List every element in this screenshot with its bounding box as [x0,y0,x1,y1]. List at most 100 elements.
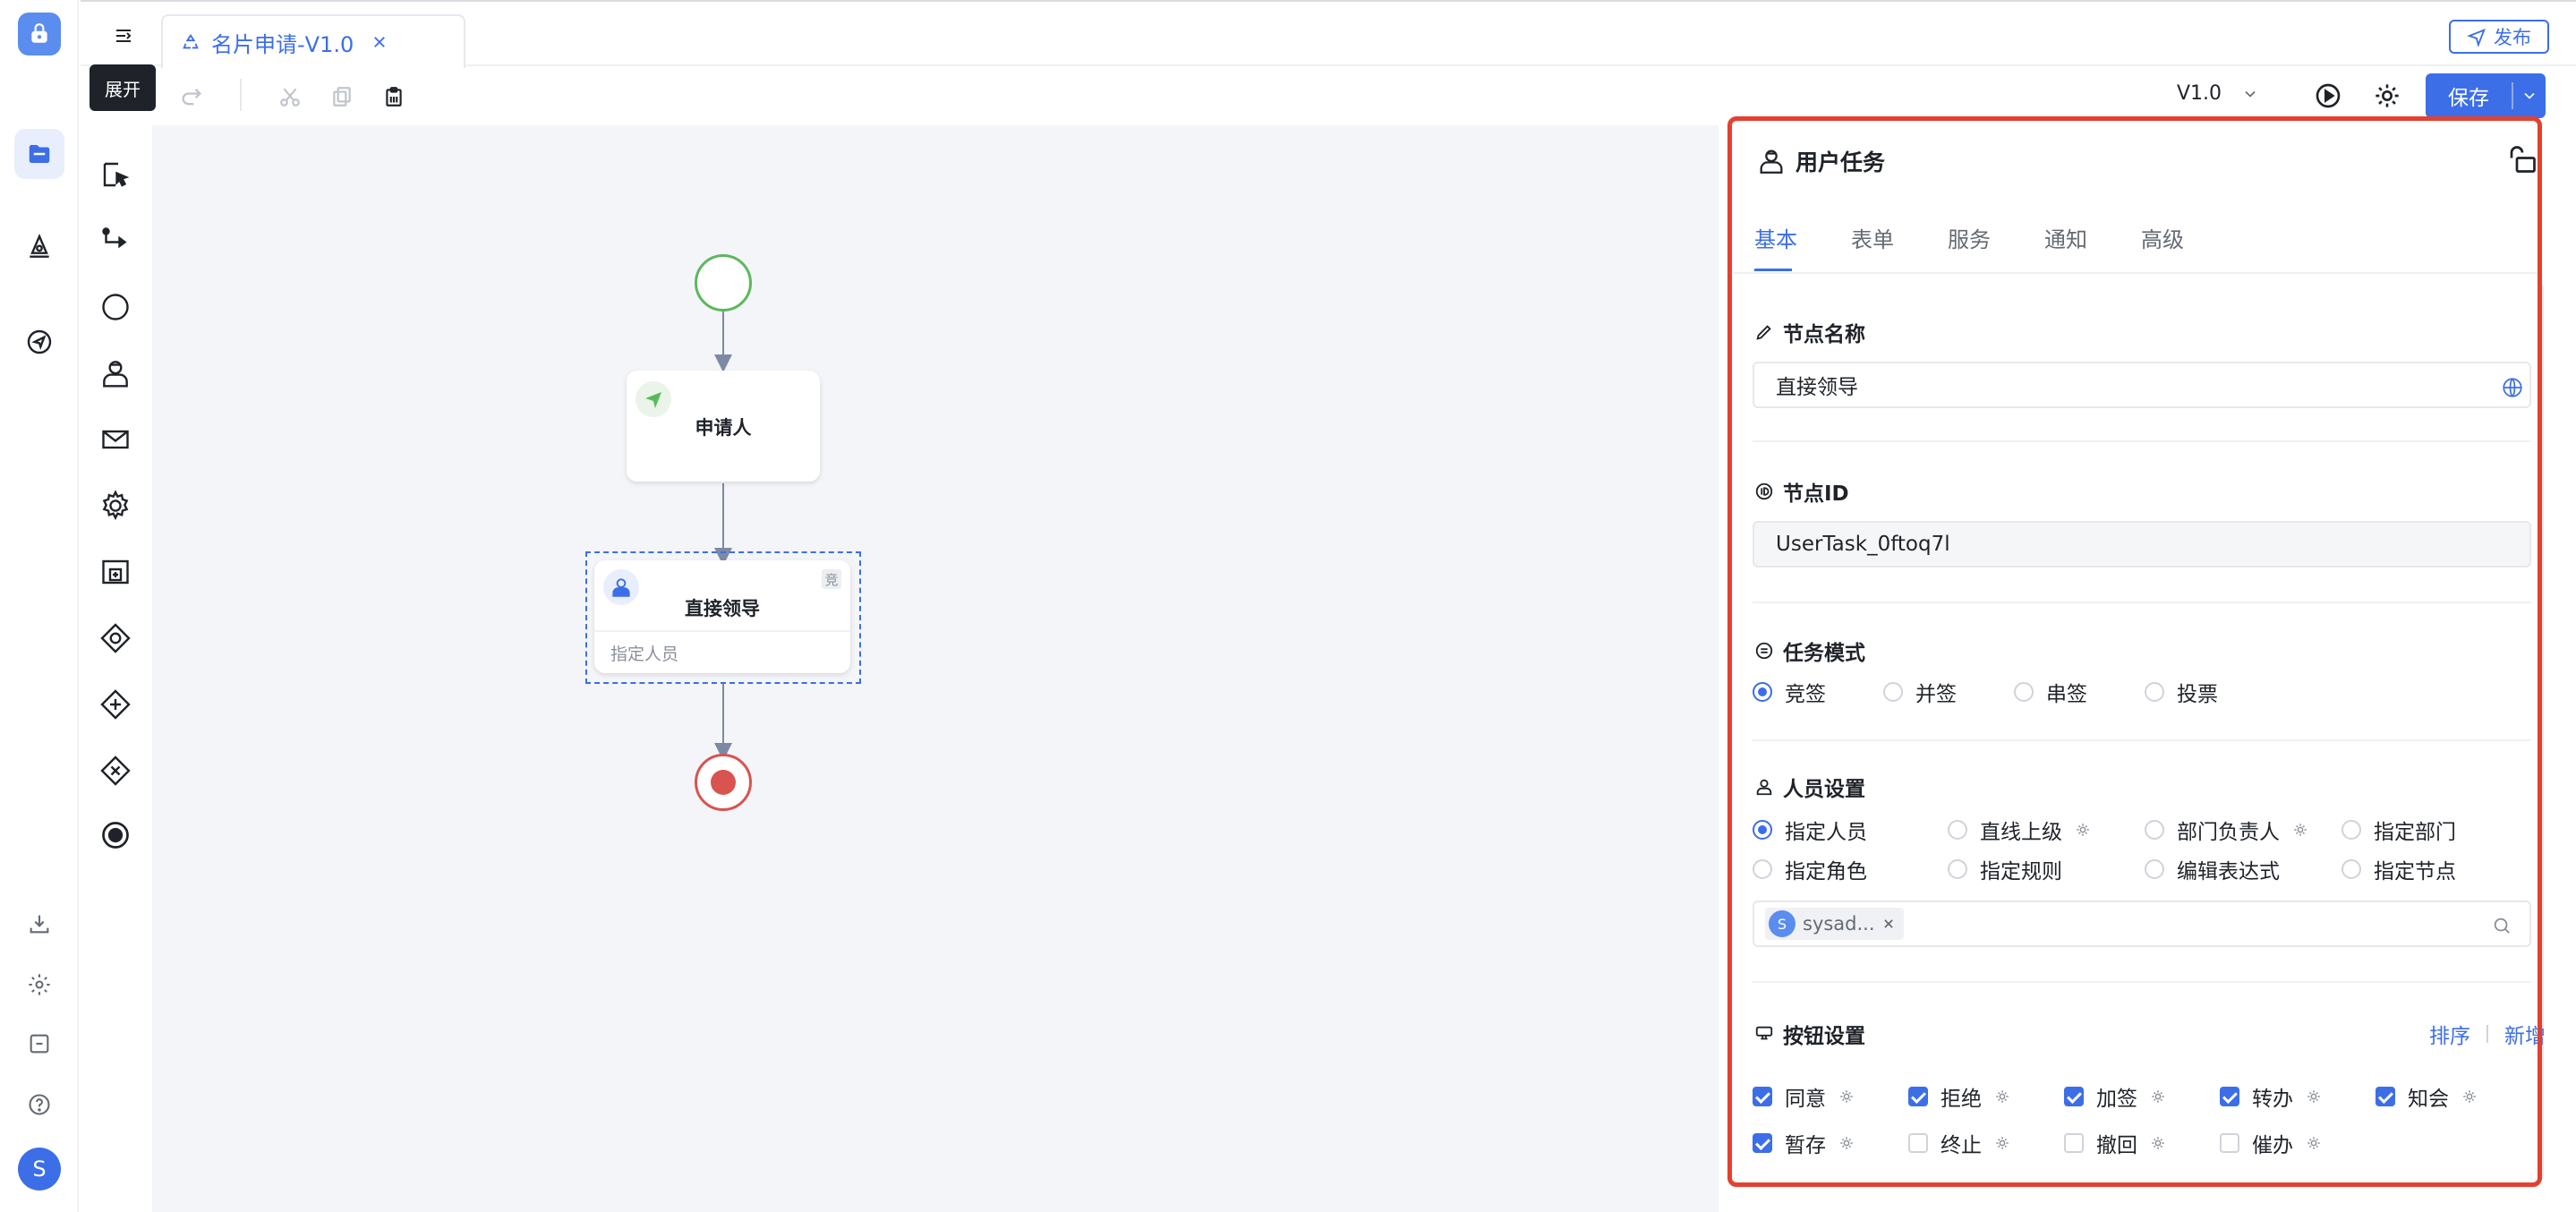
exclusive-gateway-tool-icon[interactable] [93,616,138,661]
gear-icon[interactable] [2075,822,2091,838]
user-task-tool-icon[interactable] [93,351,138,396]
task-mode-option[interactable]: 并签 [1883,677,1957,707]
gear-icon[interactable] [1838,1088,1855,1105]
gear-icon[interactable] [2150,1088,2166,1105]
node-name-field[interactable]: 直接领导 [1753,362,2531,408]
tabs-divider [1733,272,2538,274]
people-option[interactable]: 指定部门 [2341,815,2456,845]
checkbox[interactable] [2064,1087,2084,1106]
people-option[interactable]: 直线上级 [1948,815,2091,845]
gear-icon[interactable] [2150,1135,2166,1151]
folder-icon[interactable] [14,129,64,179]
version-select[interactable]: V1.0 [2177,82,2259,105]
people-option[interactable]: 指定规则 [1948,854,2062,884]
inclusive-gateway-tool-icon[interactable] [93,748,138,793]
manager-node[interactable]: 竞 直接领导 指定人员 [594,560,850,673]
cut-icon[interactable] [274,81,306,113]
run-icon[interactable] [2313,81,2343,111]
save-button[interactable]: 保存 [2426,73,2546,118]
tab-advanced[interactable]: 高级 [2141,222,2184,253]
button-option[interactable]: 加签 [2064,1081,2166,1112]
paste-icon[interactable] [378,81,410,113]
close-icon[interactable] [371,34,388,50]
button-option[interactable]: 催办 [2220,1128,2322,1158]
gear-icon[interactable] [2461,1088,2478,1105]
archive-icon[interactable] [14,1019,64,1069]
send-circle-icon[interactable] [14,317,64,367]
menu-toggle-icon[interactable] [109,21,138,50]
checkbox[interactable] [2220,1133,2239,1153]
sort-link[interactable]: 排序 [2429,1019,2470,1049]
add-link[interactable]: 新增 [2504,1019,2546,1049]
download-icon[interactable] [14,899,64,949]
rocket-icon[interactable] [14,222,64,272]
gear-icon[interactable] [1994,1135,2010,1151]
people-option[interactable]: 编辑表达式 [2145,854,2280,884]
checkbox[interactable] [1753,1133,1772,1153]
user-avatar[interactable]: S [18,1148,61,1191]
publish-button[interactable]: 发布 [2449,20,2549,54]
button-option[interactable]: 拒绝 [1908,1081,2010,1112]
applicant-node[interactable]: 申请人 [627,371,820,482]
tab-notify[interactable]: 通知 [2044,222,2087,253]
app-logo-icon[interactable] [18,13,61,55]
task-mode-option[interactable]: 串签 [2014,677,2087,707]
button-option-label: 加签 [2096,1088,2137,1111]
button-option[interactable]: 终止 [1908,1128,2010,1158]
node-name-value: 直接领导 [1776,376,1858,399]
people-option[interactable]: 部门负责人 [2145,815,2308,845]
checkbox[interactable] [1908,1087,1928,1106]
tab-form[interactable]: 表单 [1851,222,1894,253]
copy-icon[interactable] [326,81,358,113]
connect-tool-icon[interactable] [93,218,138,263]
diagram-canvas[interactable] [152,125,1719,1212]
gear-icon[interactable] [2306,1088,2322,1105]
checkbox[interactable] [2064,1133,2084,1153]
parallel-gateway-tool-icon[interactable] [93,682,138,727]
node-name-heading: 节点名称 [1754,317,1865,347]
mode-icon [1755,642,1773,660]
mail-tool-icon[interactable] [93,417,138,462]
unlock-icon[interactable] [2506,143,2540,177]
subprocess-tool-icon[interactable] [93,550,138,594]
button-option[interactable]: 撤回 [2064,1128,2166,1158]
gear-icon[interactable] [1838,1135,1855,1151]
service-task-tool-icon[interactable] [93,483,138,528]
end-event-tool-icon[interactable] [93,813,138,858]
start-event[interactable] [695,254,752,312]
people-select-field[interactable]: S sysad... [1753,900,2531,947]
people-option[interactable]: 指定人员 [1753,815,1867,845]
task-mode-option[interactable]: 竞签 [1753,677,1826,707]
save-dropdown-icon[interactable] [2521,87,2538,105]
button-option[interactable]: 暂存 [1753,1128,1855,1158]
task-mode-label: 任务模式 [1783,642,1865,665]
gear-icon[interactable] [1994,1088,2010,1105]
people-option[interactable]: 指定节点 [2341,854,2456,884]
button-option[interactable]: 转办 [2220,1081,2322,1112]
search-icon[interactable] [2492,916,2512,935]
task-mode-option[interactable]: 投票 [2145,677,2218,707]
people-option[interactable]: 指定角色 [1753,854,1867,884]
checkbox[interactable] [1753,1087,1772,1106]
remove-icon[interactable] [1882,918,1895,930]
gear-icon[interactable] [2372,81,2402,111]
gear-icon[interactable] [2306,1135,2322,1151]
end-event[interactable] [695,754,752,811]
button-option[interactable]: 知会 [2376,1081,2478,1112]
redo-icon[interactable] [175,81,208,113]
checkbox[interactable] [1908,1133,1928,1153]
checkbox[interactable] [2220,1087,2239,1106]
people-option-label: 直线上级 [1980,821,2062,844]
tab-service[interactable]: 服务 [1948,222,1991,253]
globe-icon[interactable] [2501,376,2524,399]
settings-icon[interactable] [14,960,64,1010]
gear-icon[interactable] [2292,822,2308,838]
node-id-heading: 节点ID [1754,476,1849,507]
select-tool-icon[interactable] [93,152,138,197]
document-tab[interactable]: 名片申请-V1.0 [161,14,465,68]
start-event-tool-icon[interactable] [93,285,138,329]
checkbox[interactable] [2376,1087,2395,1106]
help-icon[interactable] [14,1080,64,1130]
button-option[interactable]: 同意 [1753,1081,1855,1112]
tab-basic[interactable]: 基本 [1754,222,1797,253]
